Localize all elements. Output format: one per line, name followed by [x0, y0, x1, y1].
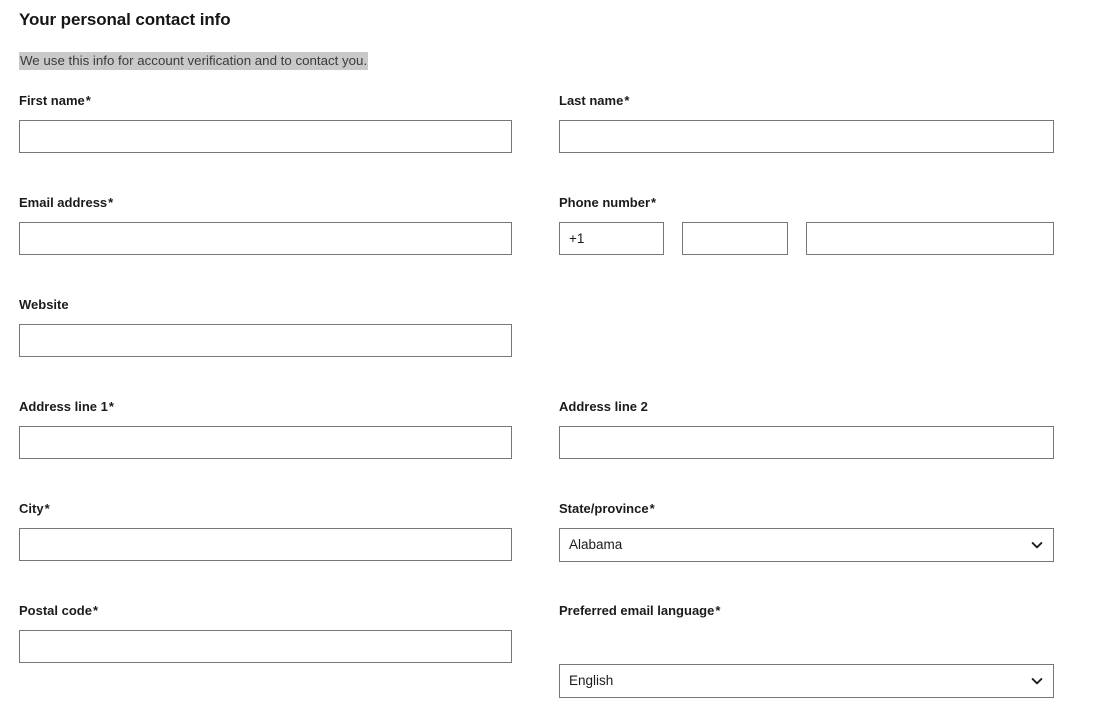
input-last-name[interactable] — [559, 120, 1054, 153]
page-title: Your personal contact info — [19, 10, 231, 29]
label-phone-number: Phone number* — [559, 195, 657, 210]
field-address-line-2: Address line 2 — [559, 399, 1054, 415]
label-last-name: Last name* — [559, 93, 630, 108]
required-marker-city: * — [44, 501, 50, 516]
required-marker-address-line-1: * — [108, 399, 114, 414]
input-website[interactable] — [19, 324, 512, 357]
field-preferred-email-language: Preferred email language* — [559, 603, 1054, 619]
field-address-line-1: Address line 1* — [19, 399, 512, 415]
required-marker-state-province: * — [649, 501, 655, 516]
select-wrap-state-province: AlabamaAlaskaArizonaArkansasCaliforniaCo… — [559, 528, 1054, 562]
input-address-line-1[interactable] — [19, 426, 512, 459]
input-phone-number[interactable] — [806, 222, 1054, 255]
input-phone-area-code[interactable] — [682, 222, 788, 255]
input-postal-code[interactable] — [19, 630, 512, 663]
label-city: City* — [19, 501, 50, 516]
field-last-name: Last name* — [559, 93, 1054, 109]
field-city: City* — [19, 501, 512, 517]
input-city[interactable] — [19, 528, 512, 561]
select-state-province[interactable]: AlabamaAlaskaArizonaArkansasCaliforniaCo… — [559, 528, 1054, 562]
required-marker-phone-number: * — [651, 195, 657, 210]
required-marker-preferred-email-language: * — [715, 603, 721, 618]
field-website: Website — [19, 297, 512, 313]
label-state-province: State/province* — [559, 501, 655, 516]
input-address-line-2[interactable] — [559, 426, 1054, 459]
page-subtitle: We use this info for account verificatio… — [19, 52, 369, 70]
required-marker-email-address: * — [108, 195, 114, 210]
required-marker-postal-code: * — [92, 603, 99, 618]
label-address-line-2: Address line 2 — [559, 399, 648, 414]
contact-info-form: Your personal contact info We use this i… — [0, 0, 1099, 713]
label-email-address: Email address* — [19, 195, 114, 210]
label-address-line-1: Address line 1* — [19, 399, 114, 414]
label-preferred-email-language: Preferred email language* — [559, 603, 721, 618]
select-preferred-email-language[interactable]: EnglishEspañolFrançaisDeutschPortuguês中文… — [559, 664, 1054, 698]
select-wrap-preferred-email-language: EnglishEspañolFrançaisDeutschPortuguês中文… — [559, 664, 1054, 698]
label-postal-code: Postal code* — [19, 603, 99, 618]
label-first-name: First name* — [19, 93, 91, 108]
field-state-province: State/province* — [559, 501, 1054, 517]
input-first-name[interactable] — [19, 120, 512, 153]
field-postal-code: Postal code* — [19, 603, 512, 619]
field-email-address: Email address* — [19, 195, 512, 211]
required-marker-first-name: * — [85, 93, 91, 108]
field-first-name: First name* — [19, 93, 512, 109]
field-phone-number: Phone number* — [559, 195, 1054, 211]
required-marker-last-name: * — [624, 93, 630, 108]
label-website: Website — [19, 297, 69, 312]
input-phone-country-code[interactable] — [559, 222, 664, 255]
input-email-address[interactable] — [19, 222, 512, 255]
